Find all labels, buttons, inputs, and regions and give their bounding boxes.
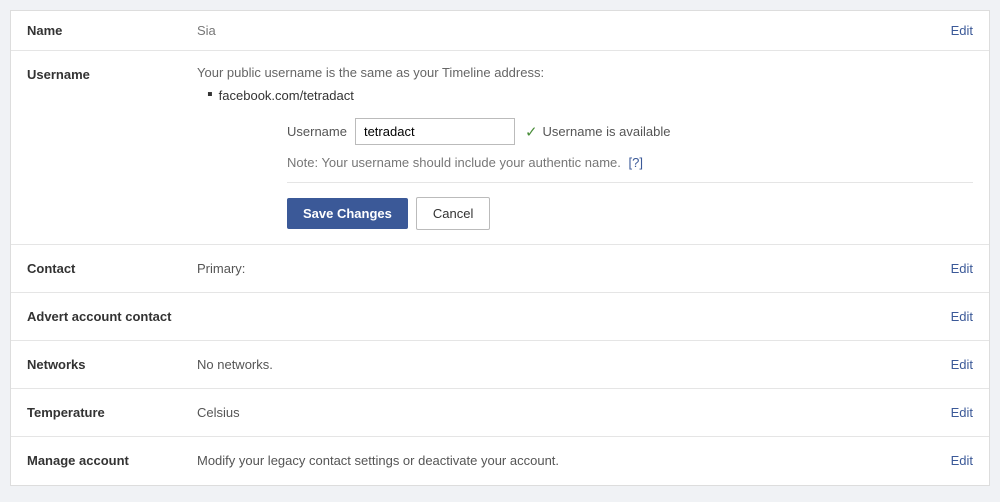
username-buttons: Save Changes Cancel xyxy=(287,197,973,230)
setting-row: Manage accountModify your legacy contact… xyxy=(11,437,989,485)
setting-edit-link[interactable]: Edit xyxy=(951,259,973,276)
name-row: Name Sia Edit xyxy=(11,11,989,51)
username-available-text: Username is available xyxy=(543,124,671,139)
setting-content: Modify your legacy contact settings or d… xyxy=(197,451,935,468)
username-label: Username xyxy=(27,65,197,82)
username-input-row: Username ✓ Username is available xyxy=(287,118,973,145)
other-rows: ContactPrimary:EditAdvert account contac… xyxy=(11,245,989,485)
setting-content: Celsius xyxy=(197,403,935,420)
setting-label: Contact xyxy=(27,259,197,276)
name-edit-link[interactable]: Edit xyxy=(951,23,973,38)
username-input[interactable] xyxy=(355,118,515,145)
setting-row: NetworksNo networks. Edit xyxy=(11,341,989,389)
setting-label: Advert account contact xyxy=(27,307,197,324)
username-note-text: Note: Your username should include your … xyxy=(287,155,621,170)
setting-edit-link[interactable]: Edit xyxy=(951,451,973,468)
setting-edit-link[interactable]: Edit xyxy=(951,403,973,420)
setting-edit-link[interactable]: Edit xyxy=(951,307,973,324)
setting-content xyxy=(197,307,935,309)
name-label: Name xyxy=(27,23,197,38)
username-input-label: Username xyxy=(287,124,347,139)
save-changes-button[interactable]: Save Changes xyxy=(287,198,408,229)
setting-row: ContactPrimary: Edit xyxy=(11,245,989,293)
settings-panel: Name Sia Edit Username Your public usern… xyxy=(10,10,990,486)
bullet-icon: ▪ xyxy=(207,86,213,104)
username-description: Your public username is the same as your… xyxy=(197,65,973,80)
setting-label: Networks xyxy=(27,355,197,372)
setting-row: Advert account contact Edit xyxy=(11,293,989,341)
cancel-button[interactable]: Cancel xyxy=(416,197,490,230)
username-section: Username Your public username is the sam… xyxy=(11,51,989,245)
username-header-row: Username Your public username is the sam… xyxy=(27,65,973,230)
setting-label: Temperature xyxy=(27,403,197,420)
username-url-row: ▪ facebook.com/tetradact xyxy=(207,86,973,104)
setting-row: TemperatureCelsius Edit xyxy=(11,389,989,437)
setting-content: No networks. xyxy=(197,355,935,372)
username-url: facebook.com/tetradact xyxy=(219,88,354,103)
username-available: ✓ Username is available xyxy=(525,123,670,141)
username-content: Your public username is the same as your… xyxy=(197,65,973,230)
username-note-link[interactable]: [?] xyxy=(629,155,643,170)
checkmark-icon: ✓ xyxy=(525,123,538,141)
setting-edit-link[interactable]: Edit xyxy=(951,355,973,372)
setting-label: Manage account xyxy=(27,451,197,468)
username-note: Note: Your username should include your … xyxy=(287,155,973,183)
setting-content: Primary: xyxy=(197,259,935,276)
name-value: Sia xyxy=(197,23,951,38)
